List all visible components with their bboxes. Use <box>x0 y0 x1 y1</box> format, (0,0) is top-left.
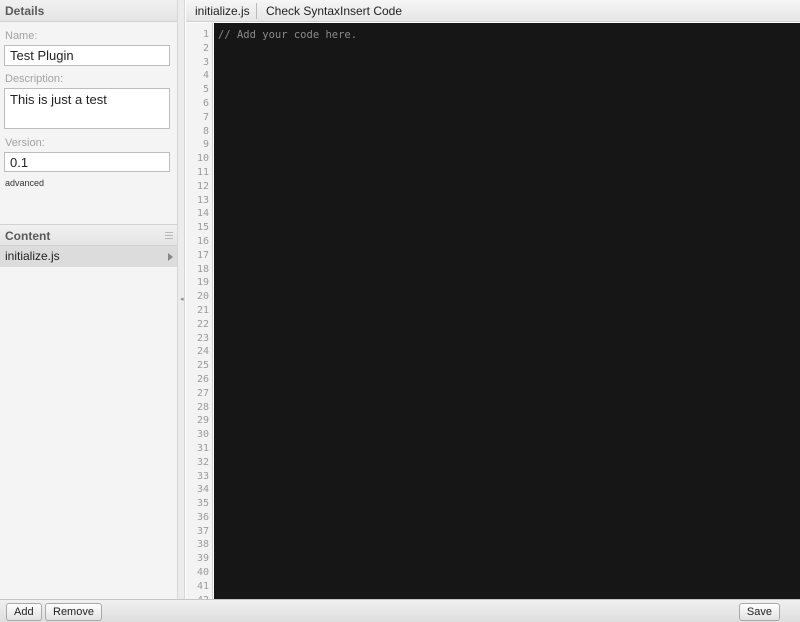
remove-button[interactable]: Remove <box>45 603 102 621</box>
line-number: 22 <box>196 318 209 330</box>
line-number: 24 <box>196 346 209 358</box>
code-line: // Add your code here. <box>218 29 358 41</box>
panel-splitter[interactable]: ◂ <box>178 0 185 599</box>
line-number: 16 <box>196 235 209 247</box>
line-number: 41 <box>196 580 209 592</box>
toolbar-divider <box>256 3 257 19</box>
content-header: Content <box>0 224 177 246</box>
editor-toolbar: initialize.js Check Syntax Insert Code <box>186 0 800 22</box>
line-number: 9 <box>202 139 209 151</box>
line-number: 32 <box>196 456 209 468</box>
details-header: Details <box>0 0 177 22</box>
line-number: 13 <box>196 194 209 206</box>
line-number: 26 <box>196 373 209 385</box>
line-number: 4 <box>202 70 209 82</box>
line-number: 28 <box>196 401 209 413</box>
line-number: 2 <box>202 42 209 54</box>
line-number: 34 <box>196 484 209 496</box>
line-number: 25 <box>196 360 209 372</box>
line-number: 17 <box>196 249 209 261</box>
description-input[interactable]: This is just a test <box>4 88 170 129</box>
line-number: 30 <box>196 429 209 441</box>
line-number: 12 <box>196 180 209 192</box>
name-input[interactable] <box>4 45 170 66</box>
line-number: 1 <box>202 29 209 40</box>
line-number: 19 <box>196 277 209 289</box>
line-number: 15 <box>196 222 209 234</box>
line-number: 33 <box>196 470 209 482</box>
line-number: 20 <box>196 291 209 303</box>
content-header-title: Content <box>5 229 51 243</box>
line-number: 37 <box>196 525 209 537</box>
code-editor[interactable]: // Add your code here. <box>214 23 800 599</box>
content-file-item[interactable]: initialize.js <box>0 246 177 267</box>
content-file-label: initialize.js <box>5 249 60 263</box>
line-number: 27 <box>196 387 209 399</box>
line-number: 29 <box>196 415 209 427</box>
version-label: Version: <box>5 137 45 149</box>
line-number: 7 <box>202 111 209 123</box>
list-icon[interactable] <box>165 232 173 239</box>
save-button[interactable]: Save <box>738 603 780 621</box>
line-number-gutter: 1 2 3 4 5 6 7 8 9 10 11 12 13 14 15 16 17 18 19 20 21 22 23 24 2… <box>186 23 213 599</box>
insert-code-button[interactable]: Insert Code <box>340 0 402 22</box>
line-number: 5 <box>202 84 209 96</box>
collapse-left-icon[interactable]: ◂ <box>180 296 184 303</box>
line-number: 11 <box>196 166 209 178</box>
line-number: 21 <box>196 304 209 316</box>
line-number: 18 <box>196 263 209 275</box>
check-syntax-button[interactable]: Check Syntax <box>266 0 340 22</box>
line-number: 39 <box>196 553 209 565</box>
name-label: Name: <box>5 30 38 42</box>
advanced-link[interactable]: advanced <box>5 178 44 188</box>
line-number: 14 <box>196 208 209 220</box>
tab-initialize-js[interactable]: initialize.js <box>195 0 250 22</box>
line-number: 36 <box>196 511 209 523</box>
add-button[interactable]: Add <box>6 603 42 621</box>
line-number: 40 <box>196 567 209 579</box>
details-header-title: Details <box>5 4 45 18</box>
line-numbers: 1 2 3 4 5 6 7 8 9 10 11 12 13 14 15 16 17 18 19 20 21 22 23 24 2… <box>186 23 212 599</box>
line-number: 23 <box>196 332 209 344</box>
bottom-bar: Add Remove Save <box>0 599 800 622</box>
line-number: 35 <box>196 498 209 510</box>
description-label: Description: <box>5 73 64 85</box>
version-input[interactable] <box>4 152 170 172</box>
line-number: 31 <box>196 442 209 454</box>
details-sidebar: Details Name: Description: This is just … <box>0 0 178 599</box>
line-number: 3 <box>202 56 209 68</box>
chevron-right-icon <box>168 253 173 261</box>
line-number: 38 <box>196 539 209 551</box>
line-number: 10 <box>196 153 209 165</box>
line-number: 8 <box>202 125 209 137</box>
line-number: 6 <box>202 97 209 109</box>
